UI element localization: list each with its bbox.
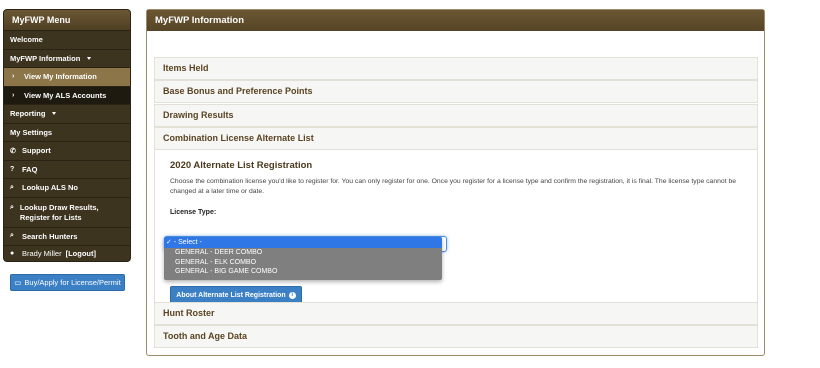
chevron-right-icon: › (12, 91, 15, 99)
accordion-title: Items Held (163, 63, 209, 73)
accordion-hunt-roster[interactable]: Hunt Roster (154, 302, 758, 325)
buy-apply-button[interactable]: ▭ Buy/Apply for License/Permit (10, 274, 125, 291)
search-icon: ⌕ (10, 203, 14, 211)
registration-title: 2020 Alternate List Registration (170, 160, 313, 171)
menu-header: MyFWP Menu (4, 10, 130, 30)
menu-item-lookup-als[interactable]: ⌕ Lookup ALS No (4, 178, 130, 197)
user-row: ● Brady Miller [Logout] (4, 245, 130, 261)
myfwp-information-panel: MyFWP Information Items Held Base Bonus … (146, 9, 765, 356)
license-type-dropdown: ✓ - Select - GENERAL - DEER COMBO GENERA… (164, 237, 442, 280)
user-name: Brady Miller (22, 249, 62, 258)
logout-link[interactable]: [Logout] (66, 249, 96, 258)
caret-down-icon (52, 112, 57, 116)
menu-item-support[interactable]: ✆ Support (4, 141, 130, 160)
registration-description: Choose the combination license you'd lik… (170, 178, 737, 195)
menu-item-label: Lookup Draw Results, Register for Lists (19, 202, 99, 222)
accordion-title: Hunt Roster (163, 308, 215, 318)
registration-body: 2020 Alternate List Registration Choose … (155, 149, 757, 316)
accordion-title: Base Bonus and Preference Points (163, 86, 313, 96)
accordion-base-bonus[interactable]: Base Bonus and Preference Points (154, 80, 758, 103)
caret-down-icon (87, 56, 92, 60)
menu-item-label: My Settings (10, 127, 53, 137)
option-label: - Select - (173, 239, 202, 246)
myfwp-menu: MyFWP Menu Welcome MyFWP Information › Vi… (3, 9, 131, 262)
buy-apply-label: Buy/Apply for License/Permit (24, 278, 121, 287)
chevron-right-icon: › (12, 73, 15, 81)
menu-item-search-hunters[interactable]: ⌕ Search Hunters (4, 226, 130, 246)
menu-item-label: Lookup ALS No (22, 183, 78, 193)
user-icon: ● (10, 250, 15, 257)
license-type-label: License Type: (170, 209, 217, 216)
about-button-label: About Alternate List Registration (176, 291, 286, 299)
accordion-title: Tooth and Age Data (163, 331, 247, 341)
menu-item-label: Support (22, 146, 51, 156)
menu-item-label: Reporting (10, 109, 46, 119)
option-deer-combo[interactable]: GENERAL - DEER COMBO (164, 248, 442, 258)
option-big-game-combo[interactable]: GENERAL - BIG GAME COMBO (164, 267, 442, 277)
menu-item-reporting[interactable]: Reporting (4, 104, 130, 123)
menu-item-label: View My ALS Accounts (24, 90, 107, 100)
menu-item-view-my-information[interactable]: › View My Information (4, 67, 130, 86)
search-icon: ⌕ (10, 232, 14, 240)
option-select[interactable]: ✓ - Select - (164, 237, 442, 248)
panel-title: MyFWP Information (147, 10, 764, 31)
menu-item-faq[interactable]: ? FAQ (4, 159, 130, 179)
menu-item-label: FAQ (22, 164, 38, 174)
menu-item-label: MyFWP Information (10, 53, 81, 63)
accordion-items-held[interactable]: Items Held (154, 57, 758, 80)
accordion-combination-license: Combination License Alternate List 2020 … (154, 127, 758, 317)
menu-item-label: Welcome (10, 35, 43, 45)
menu-item-welcome[interactable]: Welcome (4, 30, 130, 49)
accordion-title[interactable]: Combination License Alternate List (155, 128, 757, 149)
menu-item-label: Search Hunters (22, 231, 78, 241)
menu-item-myfwp-information[interactable]: MyFWP Information (4, 48, 130, 68)
menu-item-my-settings[interactable]: My Settings (4, 122, 130, 142)
menu-item-lookup-draw[interactable]: ⌕ Lookup Draw Results, Register for Lists (4, 196, 130, 227)
question-circle-icon: ? (10, 165, 15, 173)
accordion-drawing-results[interactable]: Drawing Results (154, 104, 758, 127)
menu-item-label: View My Information (24, 72, 97, 82)
search-icon: ⌕ (10, 183, 14, 191)
sidebar: MyFWP Menu Welcome MyFWP Information › Vi… (3, 9, 131, 291)
info-icon: i (288, 291, 296, 299)
accordion-tooth-age[interactable]: Tooth and Age Data (154, 325, 758, 348)
accordion-title: Drawing Results (163, 110, 234, 120)
credit-card-icon: ▭ (14, 278, 22, 287)
menu-item-view-als-accounts[interactable]: › View My ALS Accounts (4, 85, 130, 104)
option-elk-combo[interactable]: GENERAL - ELK COMBO (164, 258, 442, 268)
phone-icon: ✆ (10, 147, 16, 155)
